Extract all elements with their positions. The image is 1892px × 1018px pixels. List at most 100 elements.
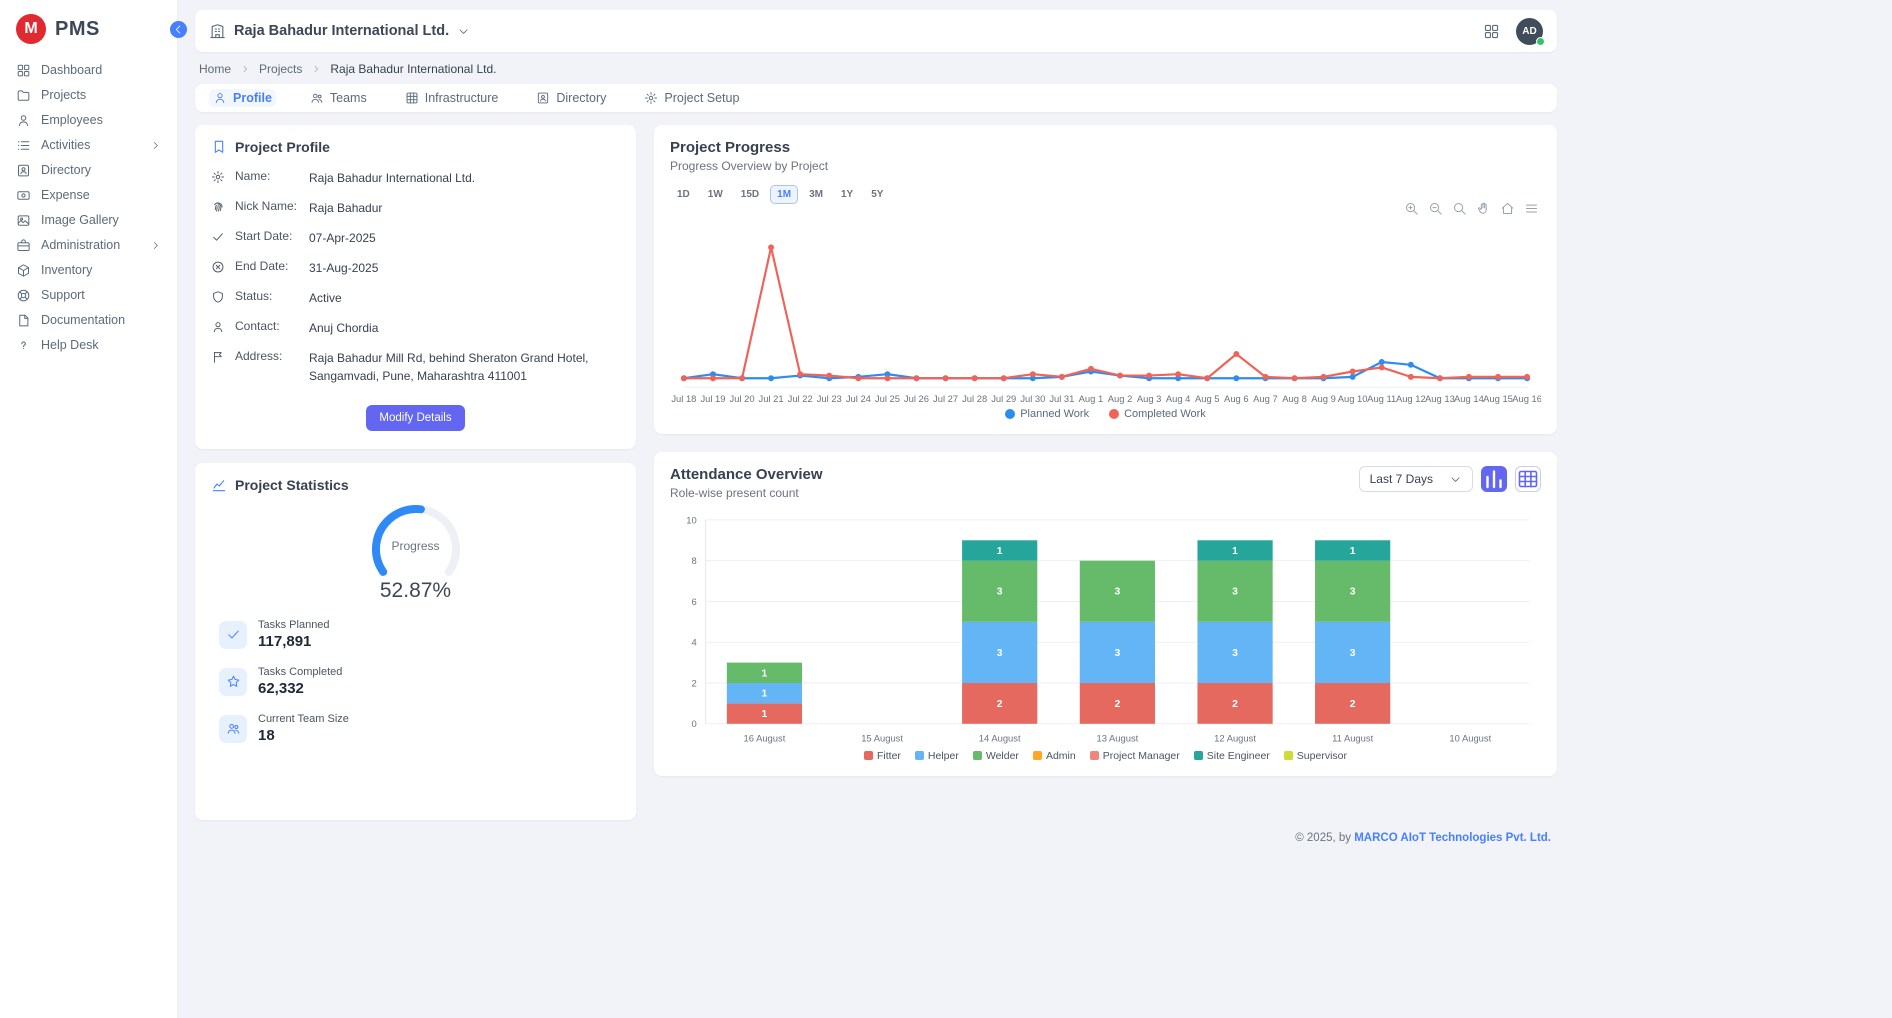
tab-profile[interactable]: Profile (209, 89, 276, 107)
support-icon (16, 288, 31, 303)
range-1y-button[interactable]: 1Y (834, 185, 860, 204)
company-selector[interactable]: Raja Bahadur International Ltd. (209, 23, 470, 40)
svg-text:14 August: 14 August (979, 733, 1021, 744)
sidebar-item-employees[interactable]: Employees (0, 108, 177, 133)
footer-link[interactable]: MARCO AIoT Technologies Pvt. Ltd. (1354, 832, 1551, 844)
profile-field-row: End Date:31-Aug-2025 (211, 253, 620, 283)
chart-pan-button[interactable] (1476, 201, 1491, 216)
field-label: Address: (235, 349, 299, 363)
range-3m-button[interactable]: 3M (802, 185, 830, 204)
svg-text:1: 1 (762, 689, 768, 700)
legend-site-engineer[interactable]: Site Engineer (1194, 750, 1270, 762)
chart-zoom-out-button[interactable] (1428, 201, 1443, 216)
svg-text:Jul 23: Jul 23 (817, 393, 842, 404)
user-avatar[interactable]: AD (1516, 18, 1543, 45)
person-icon (211, 320, 225, 334)
chevron-down-icon (457, 25, 470, 38)
range-5y-button[interactable]: 5Y (864, 185, 890, 204)
breadcrumb-item[interactable]: Home (199, 62, 231, 76)
footer-text: © 2025, by (1295, 832, 1354, 844)
svg-text:3: 3 (1350, 648, 1356, 659)
progress-line-chart[interactable]: Jul 18Jul 19Jul 20Jul 21Jul 22Jul 23Jul … (670, 218, 1541, 406)
svg-text:10 August: 10 August (1449, 733, 1491, 744)
chart-menu-button[interactable] (1524, 201, 1539, 216)
svg-text:Jul 27: Jul 27 (933, 393, 958, 404)
svg-text:2: 2 (691, 678, 696, 689)
tab-infrastructure[interactable]: Infrastructure (401, 89, 503, 107)
sidebar-item-projects[interactable]: Projects (0, 83, 177, 108)
chart-zoom-in-button[interactable] (1404, 201, 1419, 216)
table-view-toggle[interactable] (1515, 466, 1541, 492)
sidebar-item-administration[interactable]: Administration (0, 233, 177, 258)
field-label: Start Date: (235, 229, 299, 243)
svg-text:Aug 13: Aug 13 (1425, 393, 1455, 404)
person-icon (213, 91, 227, 105)
top-header: Raja Bahadur International Ltd. AD (195, 10, 1557, 52)
legend-label: Welder (986, 750, 1019, 762)
svg-text:3: 3 (997, 648, 1003, 659)
legend-helper[interactable]: Helper (915, 750, 959, 762)
sidebar-nav: DashboardProjectsEmployeesActivities Dire… (0, 58, 177, 358)
legend-completed-work[interactable]: Completed Work (1109, 408, 1206, 420)
attendance-bar-chart[interactable]: 024681011116 August15 August233114 Augus… (670, 510, 1541, 746)
sidebar-collapse-button[interactable] (170, 21, 187, 38)
tab-project-setup[interactable]: Project Setup (640, 89, 743, 107)
range-1d-button[interactable]: 1D (670, 185, 697, 204)
sidebar: M PMS DashboardProjectsEmployeesActiviti… (0, 0, 178, 1018)
breadcrumb-item[interactable]: Projects (259, 62, 302, 76)
people-icon (310, 91, 324, 105)
sidebar-item-label: Directory (41, 163, 91, 178)
tab-label: Project Setup (664, 91, 739, 105)
inventory-icon (16, 263, 31, 278)
svg-text:Jul 20: Jul 20 (730, 393, 755, 404)
tab-teams[interactable]: Teams (306, 89, 371, 107)
attendance-filter-select[interactable]: Last 7 Days (1359, 466, 1473, 492)
sidebar-item-label: Inventory (41, 263, 92, 278)
legend-admin[interactable]: Admin (1033, 750, 1076, 762)
legend-project-manager[interactable]: Project Manager (1090, 750, 1180, 762)
breadcrumb: HomeProjectsRaja Bahadur International L… (195, 52, 1557, 84)
field-value: Anuj Chordia (309, 319, 378, 337)
sidebar-item-inventory[interactable]: Inventory (0, 258, 177, 283)
svg-text:1: 1 (762, 668, 768, 679)
svg-text:Aug 4: Aug 4 (1166, 393, 1191, 404)
bookmark-icon (211, 139, 227, 155)
sidebar-item-label: Expense (41, 188, 90, 203)
legend-supervisor[interactable]: Supervisor (1284, 750, 1347, 762)
sidebar-item-directory[interactable]: Directory (0, 158, 177, 183)
svg-text:Jul 22: Jul 22 (788, 393, 813, 404)
legend-welder[interactable]: Welder (973, 750, 1019, 762)
range-15d-button[interactable]: 15D (734, 185, 766, 204)
field-value: Raja Bahadur International Ltd. (309, 169, 475, 187)
svg-text:11 August: 11 August (1332, 733, 1373, 744)
building-icon (209, 23, 226, 40)
bookmark-icon (211, 139, 227, 155)
chart-zoom-button[interactable] (1452, 201, 1467, 216)
attendance-card-title: Attendance Overview (670, 466, 823, 483)
apps-grid-button[interactable] (1483, 23, 1500, 40)
range-1w-button[interactable]: 1W (701, 185, 730, 204)
sidebar-item-support[interactable]: Support (0, 283, 177, 308)
sidebar-item-label: Support (41, 288, 85, 303)
bar-chart-icon (1482, 467, 1506, 491)
app-logo[interactable]: M PMS (0, 0, 177, 58)
breadcrumb-separator (311, 64, 321, 74)
legend-planned-work[interactable]: Planned Work (1005, 408, 1089, 420)
sidebar-item-help-desk[interactable]: Help Desk (0, 333, 177, 358)
tab-label: Infrastructure (425, 91, 499, 105)
legend-label: Admin (1046, 750, 1076, 762)
chart-view-toggle[interactable] (1481, 466, 1507, 492)
chart-home-button[interactable] (1500, 201, 1515, 216)
sidebar-item-documentation[interactable]: Documentation (0, 308, 177, 333)
sidebar-item-activities[interactable]: Activities (0, 133, 177, 158)
line-chart-legend: Planned Work Completed Work (670, 408, 1541, 420)
tab-directory[interactable]: Directory (532, 89, 610, 107)
svg-text:Jul 19: Jul 19 (700, 393, 725, 404)
modify-details-button[interactable]: Modify Details (366, 405, 464, 431)
sidebar-item-image-gallery[interactable]: Image Gallery (0, 208, 177, 233)
range-1m-button[interactable]: 1M (770, 185, 798, 204)
sidebar-item-dashboard[interactable]: Dashboard (0, 58, 177, 83)
check-icon (226, 627, 241, 642)
sidebar-item-expense[interactable]: Expense (0, 183, 177, 208)
legend-fitter[interactable]: Fitter (864, 750, 901, 762)
